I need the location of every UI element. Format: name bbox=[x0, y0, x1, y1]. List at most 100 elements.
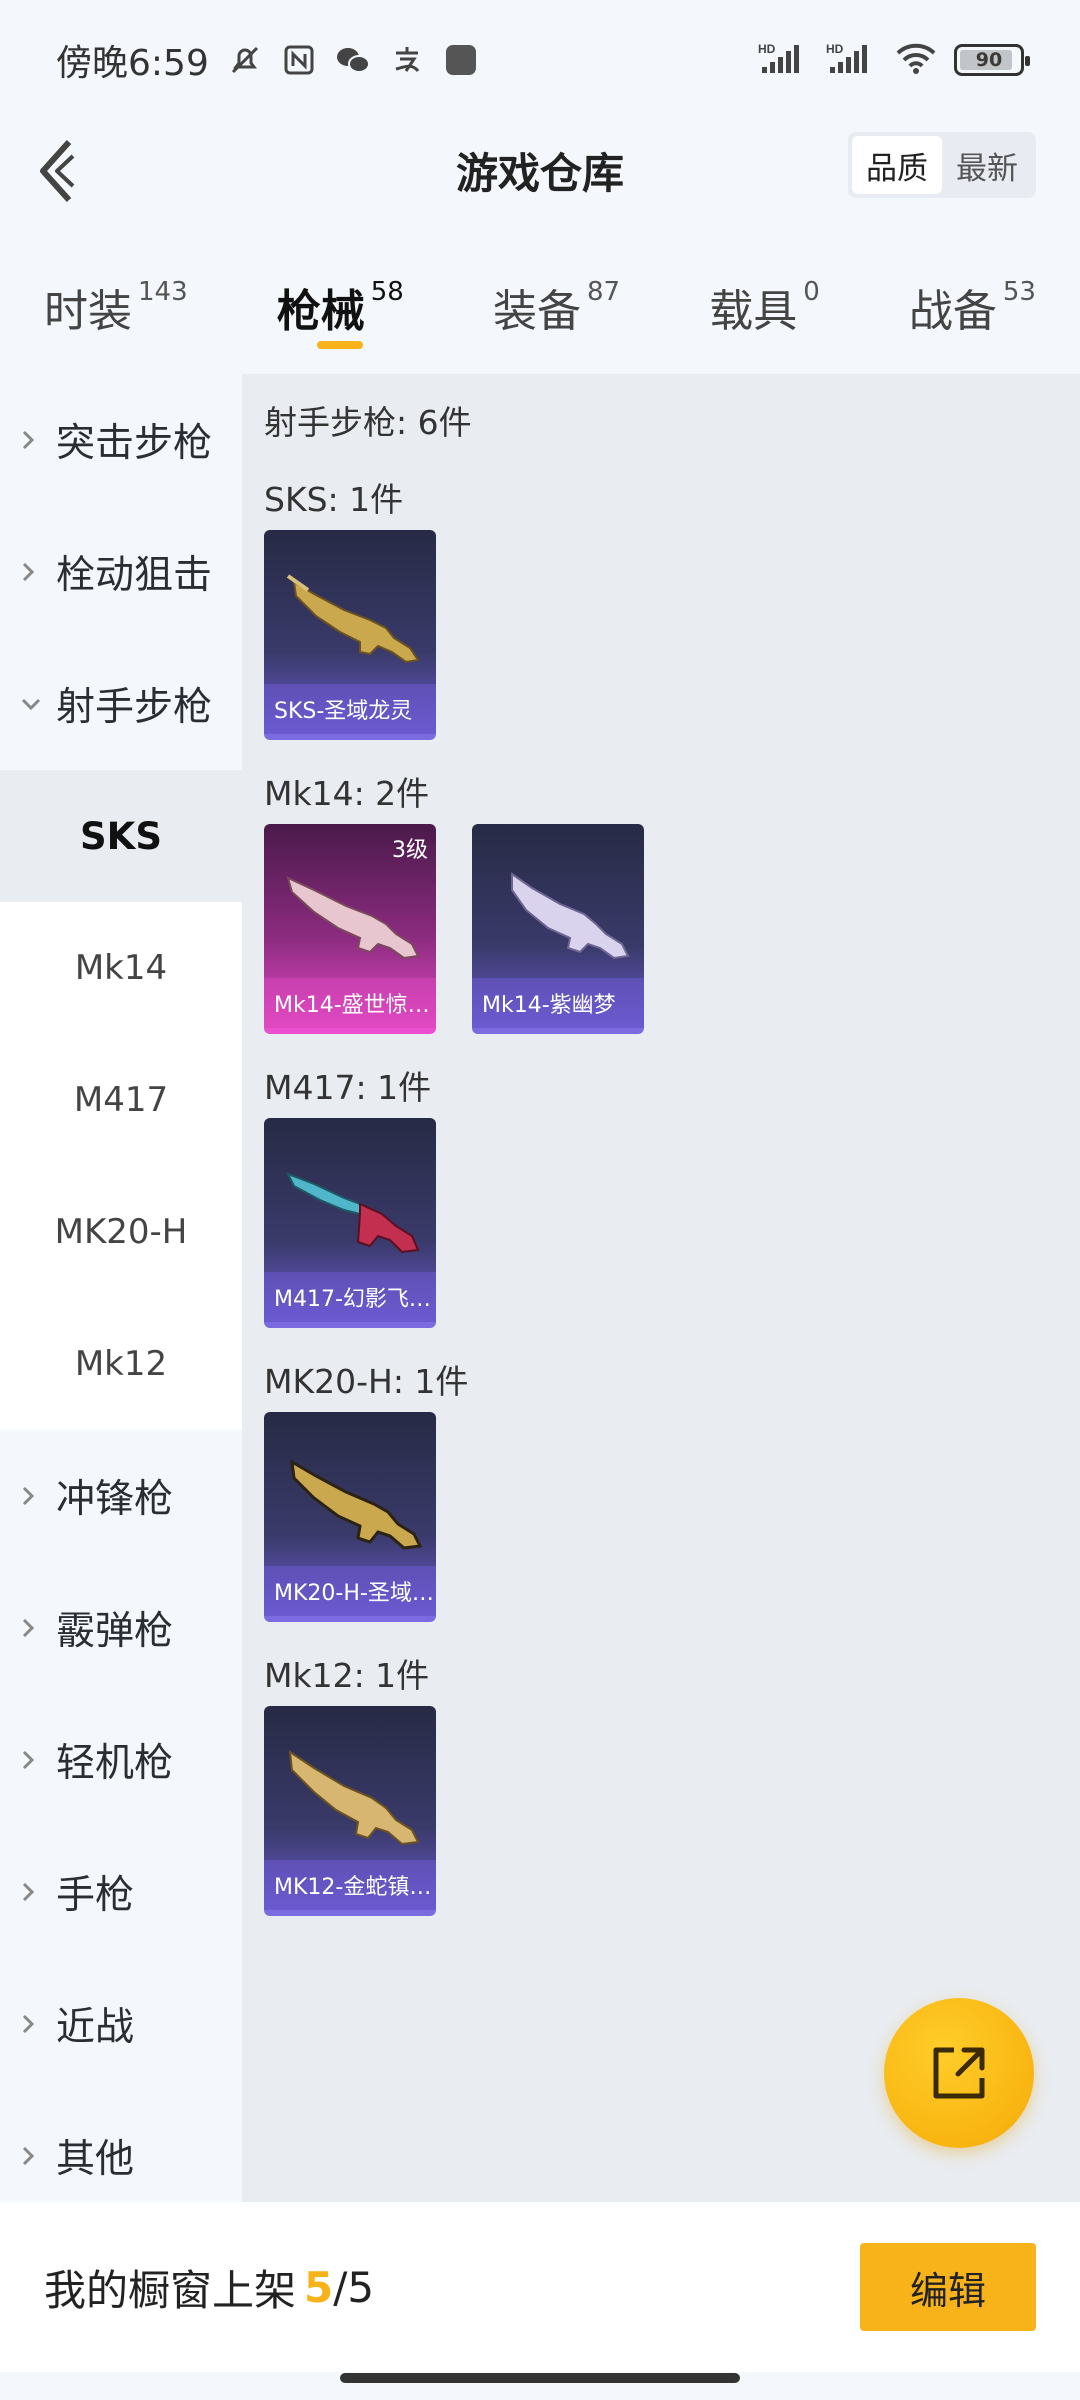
showcase-bar: 我的橱窗上架 5/5 编辑 bbox=[0, 2202, 1080, 2372]
group-title-mk12: Mk12: 1件 bbox=[264, 1656, 430, 1695]
sidebar-item-assault-rifle[interactable]: 突击步枪 bbox=[0, 374, 242, 506]
sidebar-item-label: 轻机枪 bbox=[56, 1741, 174, 1786]
sidebar-item-label: 射手步枪 bbox=[56, 685, 213, 730]
nfc-icon bbox=[281, 42, 317, 78]
sidebar-subitem-sks[interactable]: SKS bbox=[0, 770, 242, 902]
tab-vehicles[interactable]: 载具 0 bbox=[709, 255, 820, 355]
sidebar-subitem-mk20h[interactable]: MK20-H bbox=[0, 1166, 242, 1298]
tab-count: 87 bbox=[586, 277, 621, 307]
showcase-label: 我的橱窗上架 bbox=[44, 2265, 297, 2315]
rifle-icon bbox=[511, 872, 630, 960]
status-time: 傍晚6:59 bbox=[56, 43, 209, 84]
chevron-right-icon bbox=[20, 560, 42, 584]
item-level-badge: 3级 bbox=[392, 838, 428, 863]
sidebar-subitem-mk14[interactable]: Mk14 bbox=[0, 902, 242, 1034]
item-name: MK20-H-圣域… bbox=[264, 1566, 436, 1616]
weapon-skin-card[interactable]: MK20-H-圣域… bbox=[264, 1412, 436, 1622]
weapon-skin-card[interactable]: 3级 Mk14-盛世惊… bbox=[264, 824, 436, 1034]
item-row: MK12-金蛇镇… bbox=[264, 1706, 1080, 1916]
chevron-right-icon bbox=[20, 1616, 42, 1640]
battery-icon: 90 bbox=[954, 44, 1030, 76]
sidebar-item-shotgun[interactable]: 霰弹枪 bbox=[0, 1562, 242, 1694]
tab-label: 装备 bbox=[492, 286, 581, 337]
tab-label: 战备 bbox=[908, 286, 997, 337]
chevron-right-icon bbox=[20, 2144, 42, 2168]
weapon-skin-card[interactable]: Mk14-紫幽梦 bbox=[472, 824, 644, 1034]
sidebar-item-label: 突击步枪 bbox=[56, 421, 213, 466]
tab-fashion[interactable]: 时装 143 bbox=[44, 255, 188, 355]
tab-label: 枪械 bbox=[276, 286, 365, 337]
item-name: MK12-金蛇镇… bbox=[264, 1860, 436, 1910]
status-bar: 傍晚6:59 HD HD 90 bbox=[0, 0, 1080, 120]
tab-label: 时装 bbox=[44, 286, 132, 337]
sort-option-quality[interactable]: 品质 bbox=[852, 136, 942, 194]
item-row: 3级 Mk14-盛世惊… Mk14-紫幽梦 bbox=[264, 824, 1080, 1034]
showcase-count: 5/5 bbox=[304, 2263, 374, 2312]
item-row: MK20-H-圣域… bbox=[264, 1412, 1080, 1622]
sidebar-item-smg[interactable]: 冲锋枪 bbox=[0, 1430, 242, 1562]
item-name: Mk14-盛世惊… bbox=[264, 978, 436, 1028]
app-square-icon bbox=[443, 42, 479, 78]
item-row: SKS-圣域龙灵 bbox=[264, 530, 1080, 740]
wifi-icon bbox=[894, 41, 938, 79]
sidebar-item-melee[interactable]: 近战 bbox=[0, 1958, 242, 2090]
sidebar-item-marksman-rifle[interactable]: 射手步枪 bbox=[0, 638, 242, 770]
sort-toggle: 品质 最新 bbox=[848, 132, 1036, 198]
item-name: Mk14-紫幽梦 bbox=[472, 978, 644, 1028]
svg-text:HD: HD bbox=[758, 42, 776, 56]
mute-bell-icon bbox=[227, 42, 263, 78]
tab-label: 载具 bbox=[709, 286, 798, 337]
weapon-skin-card[interactable]: M417-幻影飞… bbox=[264, 1118, 436, 1328]
item-row: M417-幻影飞… bbox=[264, 1118, 1080, 1328]
status-left: 傍晚6:59 bbox=[56, 34, 479, 86]
chevron-left-icon bbox=[40, 139, 75, 203]
sidebar-item-label: 栓动狙击 bbox=[56, 553, 213, 598]
sidebar-subitem-m417[interactable]: M417 bbox=[0, 1034, 242, 1166]
showcase-separator: / bbox=[333, 2262, 348, 2312]
sort-option-newest[interactable]: 最新 bbox=[942, 136, 1032, 194]
tab-equipment[interactable]: 装备 87 bbox=[493, 255, 620, 355]
wechat-icon bbox=[335, 42, 371, 78]
tab-count: 143 bbox=[138, 277, 188, 307]
share-external-icon bbox=[933, 2047, 985, 2099]
tab-count: 0 bbox=[803, 277, 820, 307]
edit-button[interactable]: 编辑 bbox=[860, 2243, 1036, 2331]
rifle-icon bbox=[288, 1749, 420, 1846]
tab-firearms[interactable]: 枪械 58 bbox=[277, 255, 404, 355]
sidebar-item-pistol[interactable]: 手枪 bbox=[0, 1826, 242, 1958]
sidebar-item-bolt-sniper[interactable]: 栓动狙击 bbox=[0, 506, 242, 638]
home-indicator[interactable] bbox=[340, 2373, 740, 2383]
rifle-icon bbox=[286, 574, 420, 664]
svg-text:HD: HD bbox=[826, 42, 844, 56]
chevron-right-icon bbox=[20, 2012, 42, 2036]
group-title-m417: M417: 1件 bbox=[264, 1068, 432, 1107]
hd-signal-icon: HD bbox=[758, 41, 810, 79]
back-button[interactable] bbox=[22, 136, 92, 206]
sidebar-item-label: 其他 bbox=[56, 2137, 135, 2182]
active-tab-indicator bbox=[316, 341, 363, 349]
tab-count: 53 bbox=[1002, 277, 1036, 307]
share-button[interactable] bbox=[884, 1998, 1034, 2148]
section-title: 射手步枪: 6件 bbox=[264, 403, 472, 442]
tab-supplies[interactable]: 战备 53 bbox=[909, 255, 1036, 355]
category-tabs: 时装 143 枪械 58 装备 87 载具 0 战备 53 bbox=[0, 255, 1080, 365]
weapon-skin-card[interactable]: MK12-金蛇镇… bbox=[264, 1706, 436, 1916]
group-title-mk14: Mk14: 2件 bbox=[264, 774, 430, 813]
item-name: SKS-圣域龙灵 bbox=[264, 684, 436, 734]
rifle-icon bbox=[290, 1459, 423, 1550]
group-title-sks: SKS: 1件 bbox=[264, 480, 404, 519]
hd-signal-icon: HD bbox=[826, 41, 878, 79]
weapon-skin-card[interactable]: SKS-圣域龙灵 bbox=[264, 530, 436, 740]
showcase-current: 5 bbox=[304, 2262, 334, 2312]
sidebar-item-lmg[interactable]: 轻机枪 bbox=[0, 1694, 242, 1826]
sidebar-item-label: 近战 bbox=[56, 2005, 135, 2050]
chevron-right-icon bbox=[20, 1748, 42, 1772]
page-title: 游戏仓库 bbox=[455, 148, 624, 198]
sidebar-subitem-mk12[interactable]: Mk12 bbox=[0, 1298, 242, 1430]
chevron-right-icon bbox=[20, 428, 42, 452]
sidebar-item-label: 霰弹枪 bbox=[56, 1609, 174, 1654]
tab-count: 58 bbox=[370, 277, 404, 307]
rifle-icon bbox=[285, 1172, 420, 1254]
app-header: 游戏仓库 品质 最新 bbox=[0, 120, 1080, 220]
chevron-down-icon bbox=[20, 696, 42, 712]
